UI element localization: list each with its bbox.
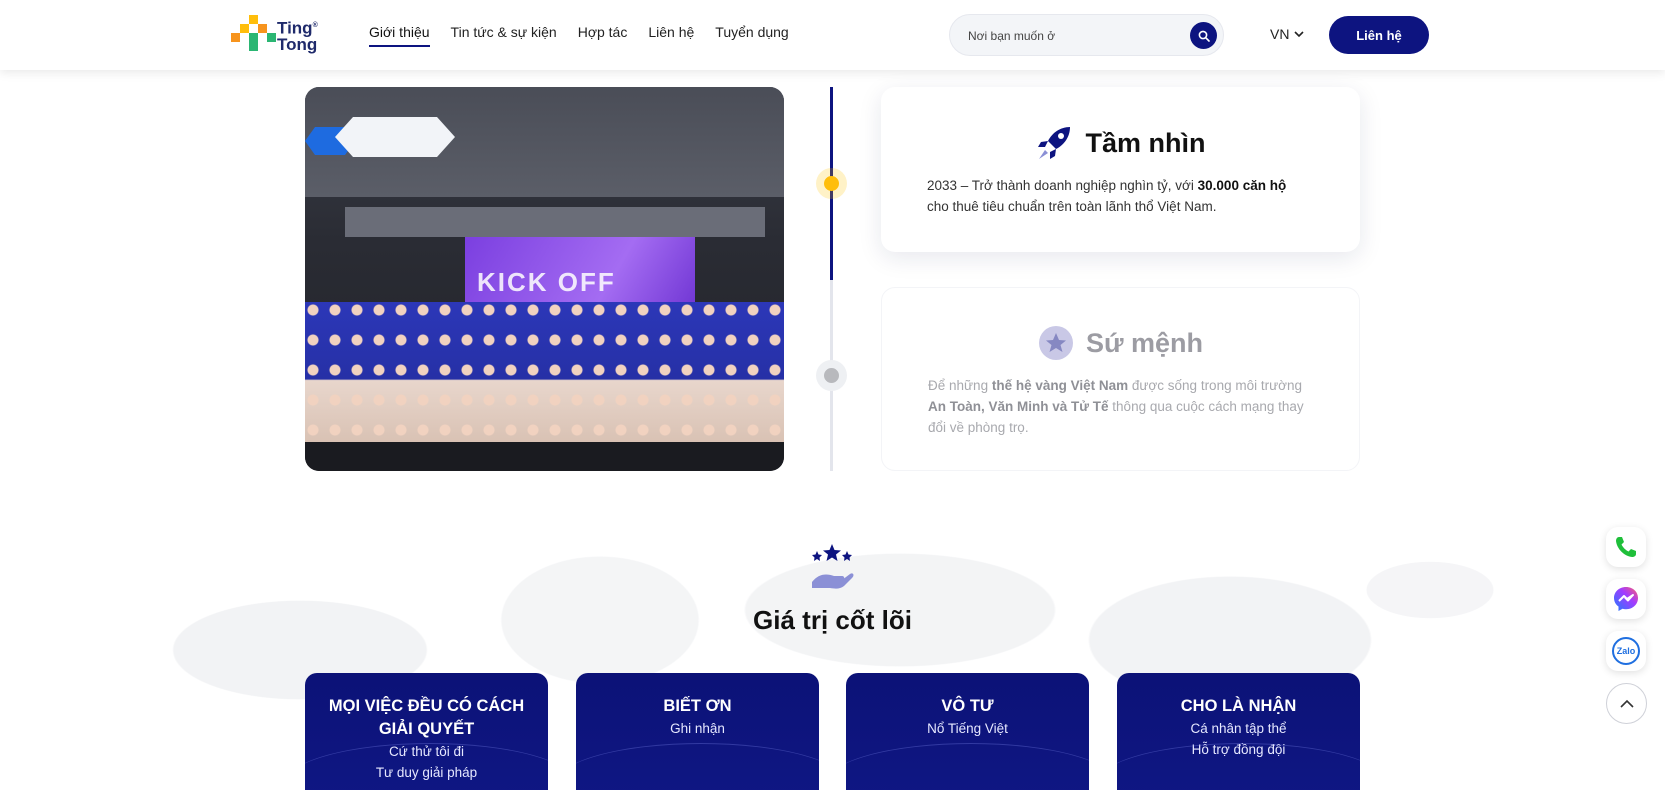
vision-heading: Tầm nhìn [927,125,1314,161]
mission-text: Để những thế hệ vàng Việt Nam được sống … [928,378,1304,435]
nav-tuyen-dung[interactable]: Tuyển dụng [715,24,788,47]
value-card-title: CHO LÀ NHẬN [1180,697,1297,715]
photo-screen-text: KICK OFF [477,267,616,297]
value-card-title: MỌI VIỆC ĐỀU CÓ CÁCH GIẢI QUYẾT [328,697,525,738]
value-card-line: Ghi nhận [670,721,725,736]
site-header: Ting® Tong Giới thiệu Tin tức & sự kiện … [0,0,1665,70]
value-card-line: Cứ thử tôi đi [388,744,465,759]
value-card-line: Cá nhân tập thể [1190,721,1287,736]
timeline-dot-vision[interactable] [816,168,847,199]
nav-hop-tac[interactable]: Hợp tác [578,24,628,47]
value-card-gratitude: BIẾT ƠN Ghi nhận [576,673,819,790]
search-icon [1198,30,1210,42]
mission-card: Sứ mệnh Để những thế hệ vàng Việt Nam đư… [881,287,1360,471]
chevron-down-icon [1294,30,1305,37]
messenger-button[interactable] [1606,579,1646,619]
team-photo: KICK OFF [305,87,784,471]
vision-text: 2033 – Trở thành doanh nghiệp nghìn tỷ, … [927,178,1287,214]
search-input[interactable] [968,26,1178,46]
messenger-icon [1614,587,1638,611]
value-card-line: Nổ Tiếng Việt [927,721,1008,736]
arrow-up-icon [1619,699,1634,708]
mission-heading: Sứ mệnh [928,325,1313,361]
star-badge-icon [1038,326,1073,360]
value-card-line: Tư duy giải pháp [375,765,478,780]
value-card-line: Hỗ trợ đồng đội [1191,742,1286,757]
phone-icon [1616,537,1636,557]
logo-mark-icon [231,15,276,55]
value-card-giving: CHO LÀ NHẬN Cá nhân tập thể Hỗ trợ đồng … [1117,673,1360,790]
timeline-dot-mission[interactable] [816,360,847,391]
logo[interactable]: Ting® Tong [231,14,325,56]
scroll-top-button[interactable] [1606,683,1647,724]
value-card-title: VÔ TƯ [941,697,994,715]
nav-gioi-thieu[interactable]: Giới thiệu [369,24,430,47]
logo-text: Ting® Tong [277,18,318,55]
language-value: VN [1270,26,1290,42]
search-button[interactable] [1190,22,1217,49]
call-button[interactable] [1606,527,1646,567]
core-values-title: Giá trị cốt lõi [753,605,912,635]
mission-title: Sứ mệnh [1085,327,1204,358]
zalo-label: Zalo [1616,646,1636,656]
value-card-title: BIẾT ƠN [663,697,732,715]
rocket-icon [1037,127,1070,159]
value-card-selfless: VÔ TƯ Nổ Tiếng Việt [846,673,1089,790]
contact-button[interactable]: Liên hệ [1329,16,1429,54]
value-card-problem-solving: MỌI VIỆC ĐỀU CÓ CÁCH GIẢI QUYẾT Cứ thử t… [305,673,548,790]
hand-stars-icon [812,544,854,589]
zalo-button[interactable]: Zalo [1606,631,1646,671]
nav-tin-tuc[interactable]: Tin tức & sự kiện [451,24,557,47]
language-select[interactable]: VN [1270,26,1305,42]
search-box [949,14,1224,56]
main-nav: Giới thiệu Tin tức & sự kiện Hợp tác Liê… [369,24,789,47]
nav-lien-he[interactable]: Liên hệ [648,24,694,47]
vision-title: Tầm nhìn [1085,127,1206,158]
vision-card: Tầm nhìn 2033 – Trở thành doanh nghiệp n… [881,87,1360,252]
